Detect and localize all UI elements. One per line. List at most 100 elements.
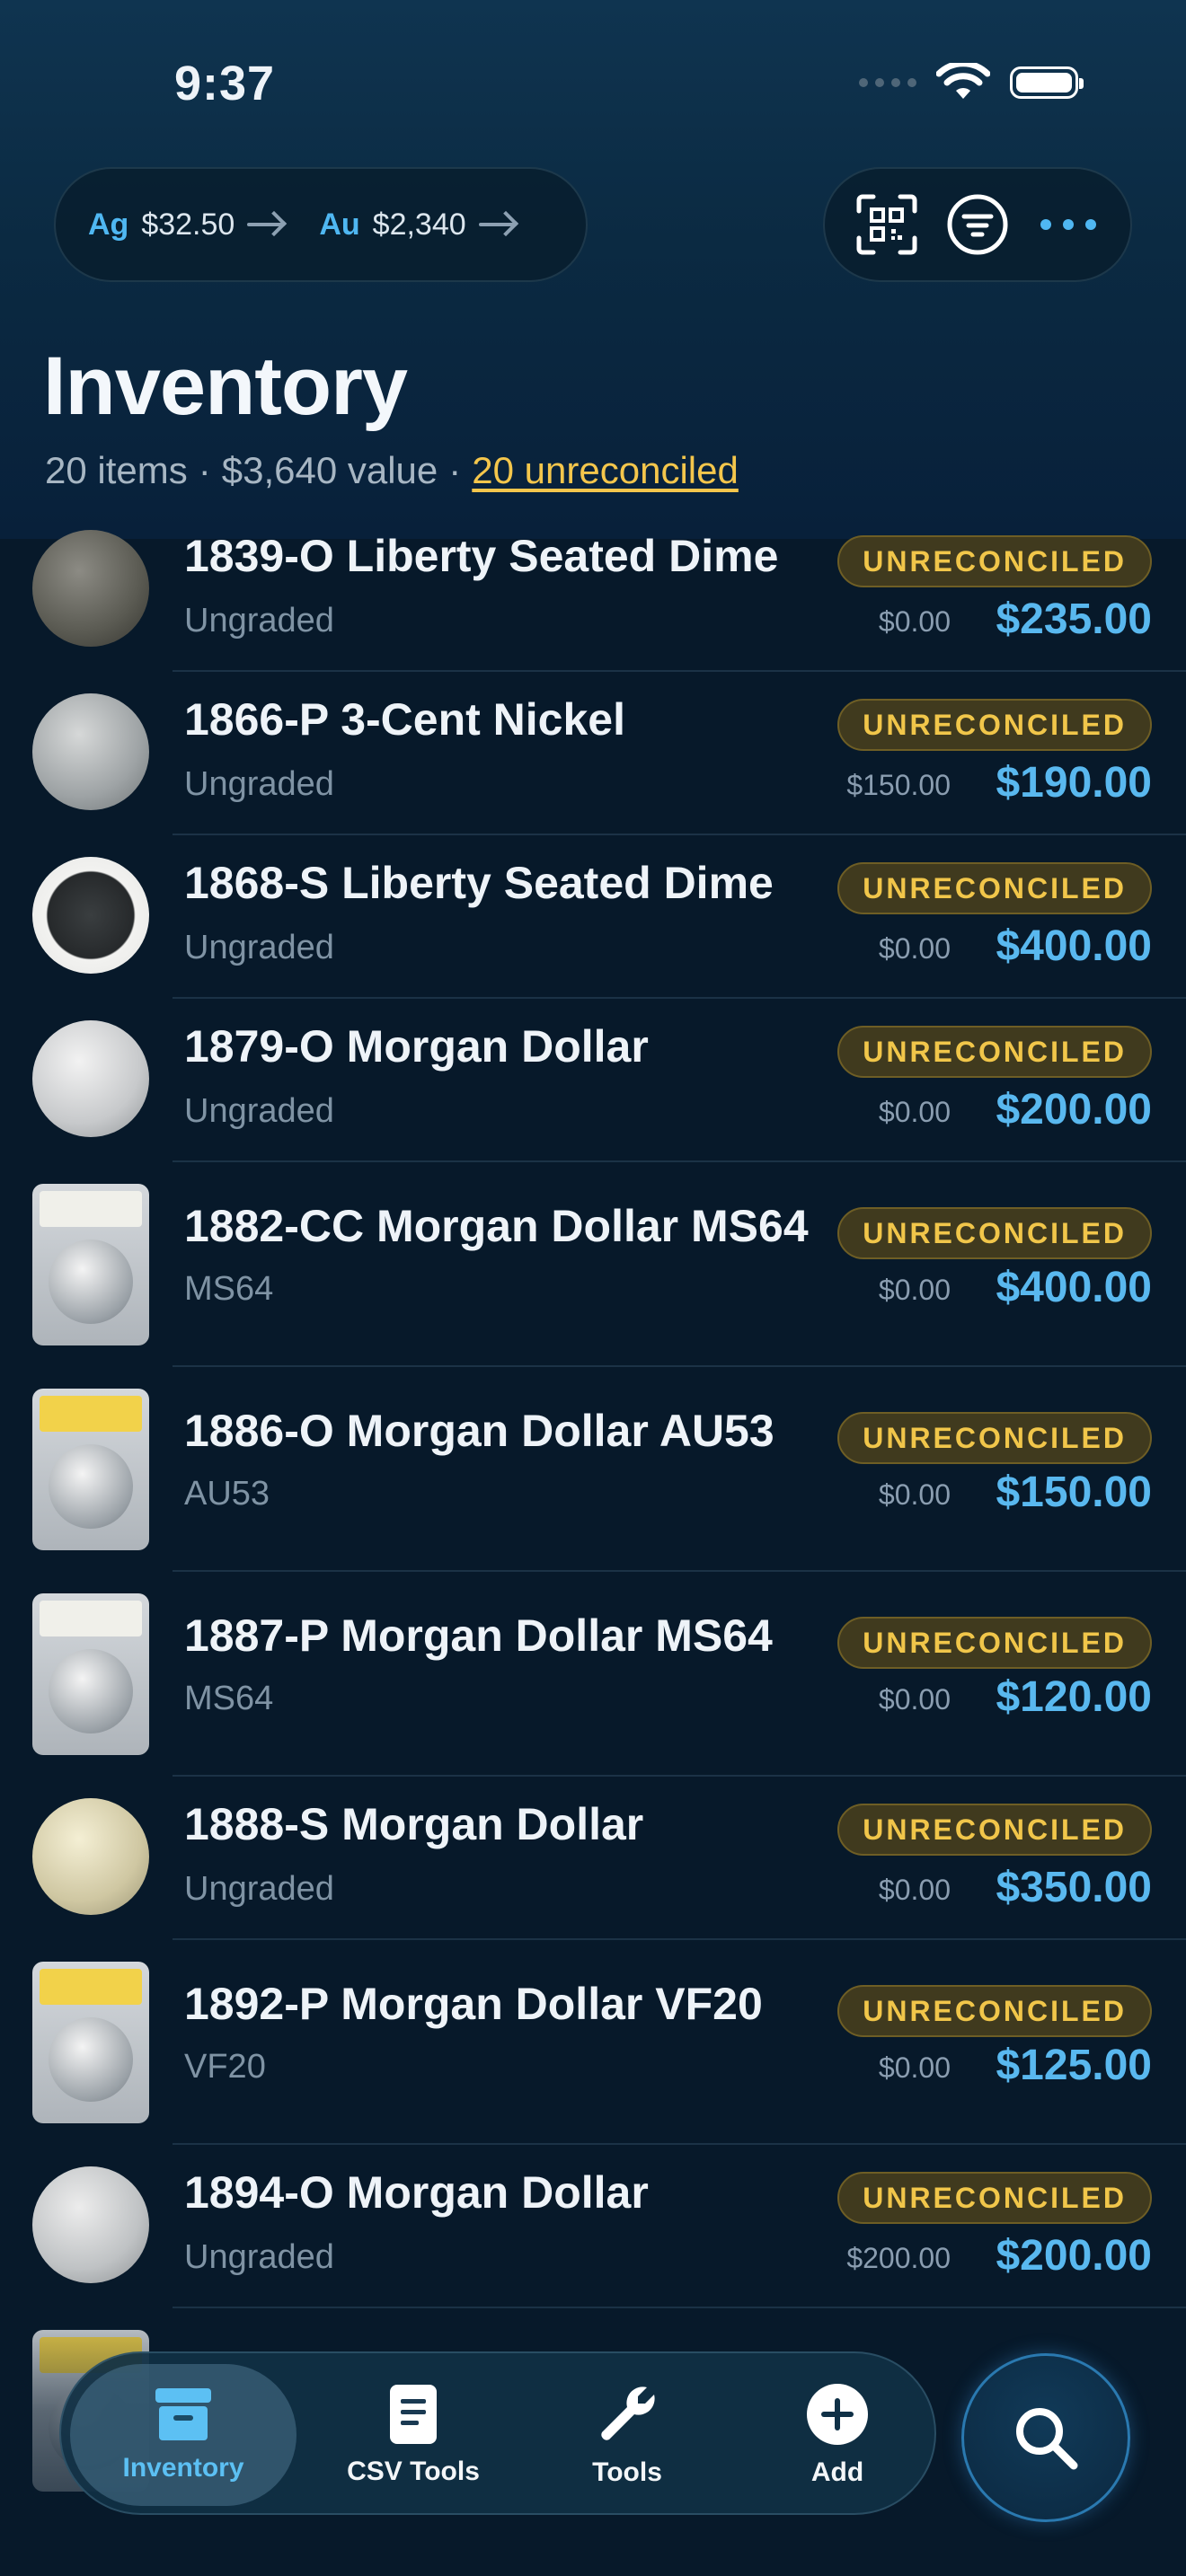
item-cost: $0.00 (878, 605, 951, 638)
item-value: $350.00 (996, 1864, 1152, 1911)
item-name: 1888-S Morgan Dollar (184, 1799, 644, 1849)
item-value: $200.00 (996, 2232, 1152, 2280)
coin-thumbnail (32, 1798, 149, 1915)
total-value: $3,640 value (221, 449, 438, 491)
status-icons (859, 63, 1084, 102)
status-badge: UNRECONCILED (837, 699, 1152, 751)
item-name: 1882-CC Morgan Dollar MS64 (184, 1201, 809, 1251)
metal-symbol: Ag (88, 207, 129, 242)
metal-symbol: Au (319, 207, 360, 242)
search-button[interactable] (961, 2353, 1130, 2522)
wrench-icon (601, 2386, 655, 2440)
tab-add[interactable]: Add (748, 2353, 927, 2517)
plus-circle-icon (807, 2384, 868, 2445)
item-grade: MS64 (184, 1270, 274, 1308)
item-value: $150.00 (996, 1469, 1152, 1516)
list-item[interactable]: 1887-P Morgan Dollar MS64 MS64 UNRECONCI… (0, 1572, 1186, 1777)
tab-csv-tools[interactable]: CSV Tools (323, 2353, 503, 2517)
cellular-signal-icon (859, 78, 916, 87)
tab-tools[interactable]: Tools (537, 2353, 717, 2517)
item-value: $235.00 (996, 595, 1152, 643)
unreconciled-link[interactable]: 20 unreconciled (472, 449, 739, 491)
item-value: $190.00 (996, 759, 1152, 807)
item-cost: $0.00 (878, 1683, 951, 1716)
wifi-icon (936, 63, 990, 99)
list-item[interactable]: 1868-S Liberty Seated Dime Ungraded UNRE… (0, 835, 1186, 999)
item-grade: AU53 (184, 1475, 270, 1513)
graded-slab-thumbnail (32, 1593, 149, 1755)
separator-dot: · (448, 449, 462, 491)
gold-price-button[interactable]: Au $2,340 (319, 207, 515, 243)
item-grade: Ungraded (184, 602, 334, 640)
status-badge: UNRECONCILED (837, 1617, 1152, 1669)
metal-prices-bar: Ag $32.50 Au $2,340 (54, 167, 588, 282)
item-name: 1894-O Morgan Dollar (184, 2167, 649, 2218)
archive-box-icon (155, 2388, 211, 2440)
status-badge: UNRECONCILED (837, 2172, 1152, 2224)
item-grade: Ungraded (184, 765, 334, 803)
item-cost: $0.00 (878, 1096, 951, 1128)
list-item[interactable]: 1892-P Morgan Dollar VF20 VF20 UNRECONCI… (0, 1940, 1186, 2145)
status-badge: UNRECONCILED (837, 862, 1152, 914)
graded-slab-thumbnail (32, 1184, 149, 1345)
item-cost: $0.00 (878, 932, 951, 965)
coin-thumbnail (32, 693, 149, 810)
filter-button[interactable] (942, 189, 1013, 260)
filter-icon (947, 194, 1008, 255)
list-item[interactable]: 1839-O Liberty Seated Dime Ungraded UNRE… (0, 508, 1186, 672)
item-grade: Ungraded (184, 1870, 334, 1908)
item-grade: Ungraded (184, 2238, 334, 2276)
status-badge: UNRECONCILED (837, 1412, 1152, 1464)
list-item[interactable]: 1888-S Morgan Dollar Ungraded UNRECONCIL… (0, 1777, 1186, 1940)
list-item[interactable]: 1894-O Morgan Dollar Ungraded UNRECONCIL… (0, 2145, 1186, 2308)
metal-price: $32.50 (141, 207, 235, 242)
item-cost: $0.00 (878, 2051, 951, 2084)
item-name: 1839-O Liberty Seated Dime (184, 531, 779, 581)
tab-label: CSV Tools (347, 2457, 480, 2486)
tab-label: Tools (592, 2457, 662, 2487)
list-item[interactable]: 1879-O Morgan Dollar Ungraded UNRECONCIL… (0, 999, 1186, 1162)
page-title: Inventory (43, 340, 408, 432)
list-item[interactable]: 1886-O Morgan Dollar AU53 AU53 UNRECONCI… (0, 1367, 1186, 1572)
more-icon (1040, 219, 1097, 230)
item-value: $125.00 (996, 2042, 1152, 2089)
more-button[interactable] (1032, 189, 1104, 260)
item-value: $200.00 (996, 1086, 1152, 1134)
item-grade: Ungraded (184, 929, 334, 966)
item-cost: $150.00 (846, 769, 951, 801)
arrow-right-icon (478, 223, 515, 226)
arrow-right-icon (247, 223, 284, 226)
status-time: 9:37 (174, 57, 276, 110)
tab-inventory[interactable]: Inventory (70, 2364, 296, 2506)
document-icon (390, 2385, 437, 2444)
silver-price-button[interactable]: Ag $32.50 (88, 207, 284, 243)
item-name: 1866-P 3-Cent Nickel (184, 694, 625, 745)
item-grade: MS64 (184, 1680, 274, 1717)
status-badge: UNRECONCILED (837, 1804, 1152, 1856)
inventory-list: 1839-O Liberty Seated Dime Ungraded UNRE… (0, 508, 1186, 2513)
status-badge: UNRECONCILED (837, 1026, 1152, 1078)
item-cost: $0.00 (878, 1874, 951, 1906)
graded-slab-thumbnail (32, 1389, 149, 1550)
tab-label: Add (810, 2457, 864, 2487)
item-name: 1868-S Liberty Seated Dime (184, 858, 774, 908)
search-icon (1016, 2408, 1078, 2470)
item-grade: Ungraded (184, 1092, 334, 1130)
item-name: 1892-P Morgan Dollar VF20 (184, 1979, 763, 2029)
inventory-summary: 20 items · $3,640 value · 20 unreconciled (45, 449, 739, 492)
qr-scan-button[interactable] (851, 189, 923, 260)
list-item[interactable]: 1866-P 3-Cent Nickel Ungraded UNRECONCIL… (0, 672, 1186, 835)
item-cost: $0.00 (878, 1274, 951, 1306)
item-value: $120.00 (996, 1673, 1152, 1721)
status-badge: UNRECONCILED (837, 1207, 1152, 1259)
qr-scan-icon (856, 194, 917, 255)
item-cost: $0.00 (878, 1478, 951, 1511)
separator-dot: · (198, 449, 211, 491)
item-grade: VF20 (184, 2048, 266, 2086)
list-item[interactable]: 1882-CC Morgan Dollar MS64 MS64 UNRECONC… (0, 1162, 1186, 1367)
graded-slab-thumbnail (32, 1962, 149, 2123)
item-value: $400.00 (996, 922, 1152, 970)
coin-thumbnail (32, 857, 149, 974)
item-count: 20 items (45, 449, 188, 491)
item-name: 1886-O Morgan Dollar AU53 (184, 1406, 774, 1456)
